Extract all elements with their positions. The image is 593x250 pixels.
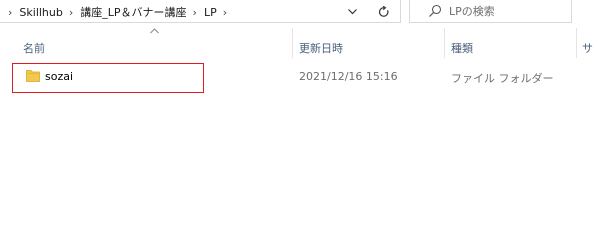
search-input[interactable]: LPの検索 bbox=[409, 0, 572, 23]
column-header-size[interactable]: サ bbox=[582, 40, 593, 56]
chevron-right-icon[interactable]: › bbox=[193, 6, 197, 19]
file-name[interactable]: sozai bbox=[45, 70, 73, 83]
column-header-type[interactable]: 種類 bbox=[451, 40, 473, 56]
sort-up-icon[interactable] bbox=[150, 28, 159, 34]
folder-icon bbox=[26, 70, 40, 82]
list-item[interactable] bbox=[12, 63, 204, 93]
chevron-right-icon[interactable]: › bbox=[223, 6, 227, 19]
search-placeholder: LPの検索 bbox=[449, 5, 495, 18]
column-header-date[interactable]: 更新日時 bbox=[299, 40, 343, 56]
column-header-name[interactable]: 名前 bbox=[23, 40, 45, 56]
breadcrumb-item-course[interactable]: 講座_LP＆バナー講座 bbox=[80, 4, 186, 20]
column-divider[interactable] bbox=[576, 28, 577, 58]
refresh-button[interactable] bbox=[376, 4, 392, 20]
file-type: ファイル フォルダー bbox=[451, 72, 554, 85]
refresh-icon bbox=[378, 6, 389, 17]
column-header-row: 名前 更新日時 種類 サ bbox=[0, 28, 593, 58]
breadcrumb-item-skillhub[interactable]: Skillhub bbox=[19, 6, 62, 19]
chevron-right-icon[interactable]: › bbox=[69, 6, 73, 19]
address-bar[interactable]: › Skillhub › 講座_LP＆バナー講座 › LP › bbox=[0, 0, 401, 23]
address-history-dropdown[interactable] bbox=[344, 4, 360, 20]
file-modified-date: 2021/12/16 15:16 bbox=[299, 70, 398, 83]
breadcrumb-item-lp[interactable]: LP bbox=[204, 6, 217, 19]
breadcrumb: › Skillhub › 講座_LP＆バナー講座 › LP › bbox=[2, 4, 234, 20]
toolbar: › Skillhub › 講座_LP＆バナー講座 › LP › LPの検索 bbox=[0, 0, 593, 25]
column-divider[interactable] bbox=[292, 28, 293, 58]
chevron-right-icon[interactable]: › bbox=[8, 6, 12, 19]
column-divider[interactable] bbox=[444, 28, 445, 58]
chevron-down-icon bbox=[347, 9, 357, 15]
search-icon bbox=[429, 4, 442, 17]
